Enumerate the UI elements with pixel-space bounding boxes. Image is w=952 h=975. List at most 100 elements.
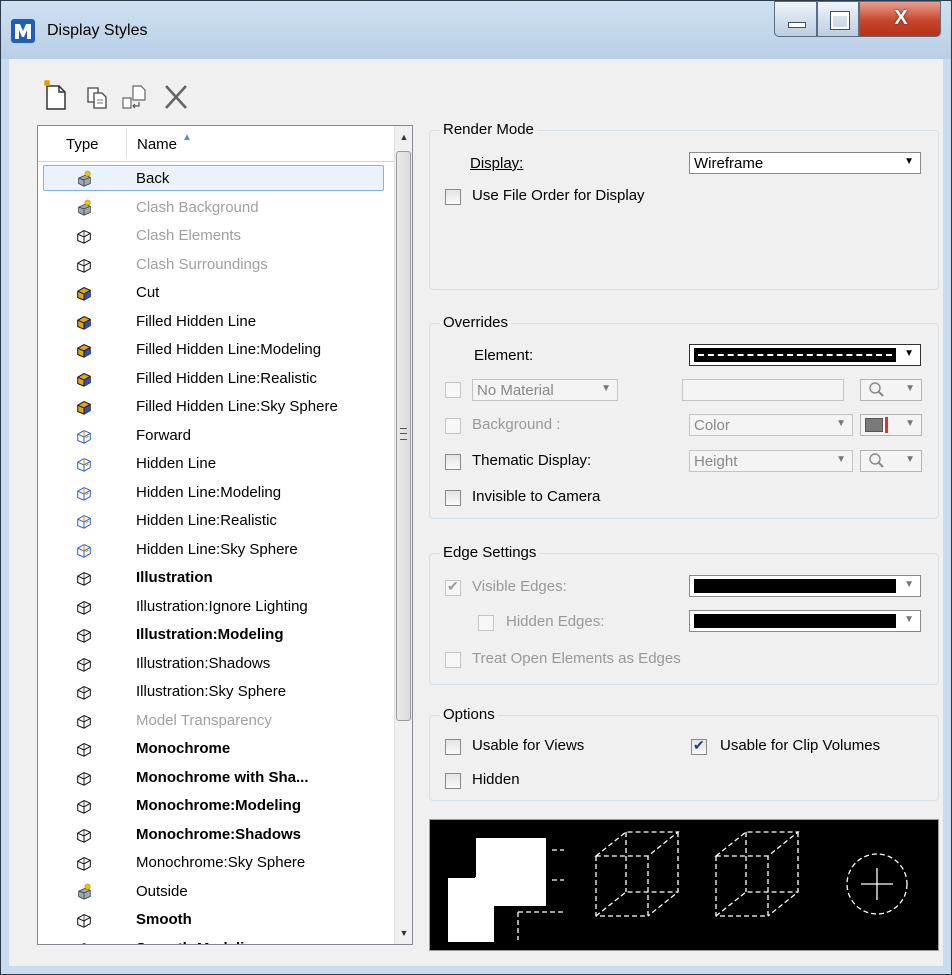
list-item[interactable]: Smooth:Modeling [38, 935, 394, 944]
list-item[interactable]: Monochrome with Sha... [38, 764, 394, 793]
grip-icon [400, 428, 407, 440]
list-item[interactable]: Smooth [38, 906, 394, 935]
column-separator[interactable] [126, 128, 127, 158]
thematic-settings-button[interactable]: ▼ [860, 450, 922, 472]
list-item[interactable]: Filled Hidden Line:Modeling [38, 336, 394, 365]
list-item[interactable]: Clash Background [38, 194, 394, 223]
list-item-name: Monochrome with Sha... [136, 768, 309, 786]
thematic-mode-select[interactable]: Height ▼ [689, 450, 853, 472]
treat-open-elements-checkbox[interactable] [445, 652, 461, 668]
element-linestyle-select[interactable]: ▼ [689, 344, 921, 366]
background-type-value: Color [694, 417, 730, 434]
new-style-icon[interactable] [41, 76, 71, 112]
column-name-header[interactable]: Name [137, 136, 177, 153]
list-item-name: Filled Hidden Line:Realistic [136, 369, 317, 387]
wire-cube-icon [77, 800, 91, 814]
list-item[interactable]: Clash Elements [38, 222, 394, 251]
sort-ascending-icon: ▲ [182, 132, 192, 143]
title-bar[interactable]: Display Styles X [1, 1, 951, 59]
list-item[interactable]: Monochrome [38, 735, 394, 764]
edge-settings-title: Edge Settings [440, 544, 540, 561]
background-checkbox[interactable] [445, 418, 461, 434]
use-file-order-label: Use File Order for Display [472, 187, 645, 204]
wire-cube-icon [77, 629, 91, 643]
list-item[interactable]: Hidden Line [38, 450, 394, 479]
chevron-down-icon: ▼ [904, 156, 914, 167]
background-color-button[interactable]: ▼ [860, 414, 922, 436]
app-icon [11, 19, 35, 43]
chevron-down-icon: ▼ [905, 454, 915, 465]
list-item[interactable]: Illustration [38, 564, 394, 593]
thematic-display-checkbox[interactable] [445, 454, 461, 470]
scroll-thumb[interactable] [396, 151, 411, 721]
filled-cube-icon [77, 401, 91, 415]
list-item-name: Clash Elements [136, 227, 242, 244]
usable-for-clip-volumes-checkbox[interactable] [691, 737, 707, 755]
wire-cube-icon [77, 828, 91, 843]
close-button[interactable]: X [859, 1, 941, 37]
list-item-name: Back [136, 170, 170, 187]
list-rows: Back Clash Background Clash Elements Clash … [38, 165, 394, 944]
list-item[interactable]: Forward [38, 422, 394, 451]
material-name-field[interactable] [682, 379, 844, 401]
invisible-to-camera-checkbox[interactable] [445, 490, 461, 506]
list-item-name: Smooth [136, 911, 192, 928]
list-item[interactable]: Hidden Line:Sky Sphere [38, 536, 394, 565]
list-item[interactable]: Hidden Line:Modeling [38, 479, 394, 508]
list-item[interactable]: Hidden Line:Realistic [38, 507, 394, 536]
filled-cube-icon [77, 287, 91, 301]
display-mode-value: Wireframe [694, 155, 764, 172]
list-item[interactable]: Clash Surroundings [38, 251, 394, 280]
list-item[interactable]: Monochrome:Sky Sphere [38, 849, 394, 878]
list-item[interactable]: Monochrome:Modeling [38, 792, 394, 821]
background-type-select[interactable]: Color ▼ [689, 414, 853, 436]
usable-for-clip-volumes-label: Usable for Clip Volumes [720, 737, 881, 754]
scroll-down-arrow-icon[interactable]: ▼ [395, 922, 412, 944]
wire-cube-icon [77, 258, 91, 273]
list-item[interactable]: Illustration:Modeling [38, 621, 394, 650]
visible-edges-checkbox[interactable] [445, 578, 461, 596]
color-swatch-icon [865, 418, 883, 432]
list-item-name: Filled Hidden Line [136, 312, 257, 330]
material-browse-button[interactable]: ▼ [860, 379, 922, 401]
usable-for-views-checkbox[interactable] [445, 739, 461, 755]
list-item[interactable]: Back [38, 165, 394, 194]
background-label: Background : [472, 416, 561, 433]
list-item[interactable]: Outside [38, 878, 394, 907]
chevron-down-icon: ▼ [601, 383, 611, 394]
list-item-name: Monochrome [136, 740, 231, 757]
material-checkbox[interactable] [445, 382, 461, 398]
list-item[interactable]: Monochrome:Shadows [38, 821, 394, 850]
copy-style-icon[interactable] [83, 76, 113, 112]
maximize-button[interactable] [817, 1, 859, 37]
display-style-list[interactable]: Type Name ▲ Back Clash Background Clash El… [37, 125, 413, 945]
visible-edges-select[interactable]: ▼ [689, 575, 921, 597]
display-mode-select[interactable]: Wireframe ▼ [689, 152, 921, 174]
list-item[interactable]: Cut [38, 279, 394, 308]
hidden-edges-select[interactable]: ▼ [689, 610, 921, 632]
list-item[interactable]: Filled Hidden Line:Sky Sphere [38, 393, 394, 422]
list-item[interactable]: Model Transparency [38, 707, 394, 736]
invisible-to-camera-label: Invisible to Camera [472, 488, 601, 505]
list-item[interactable]: Illustration:Sky Sphere [38, 678, 394, 707]
list-item[interactable]: Illustration:Ignore Lighting [38, 593, 394, 622]
dialog-client: Type Name ▲ Back Clash Background Clash El… [9, 59, 943, 966]
list-item-name: Hidden Line [136, 455, 217, 472]
hidden-edges-checkbox[interactable] [478, 615, 494, 631]
scroll-up-arrow-icon[interactable]: ▲ [395, 126, 412, 148]
minimize-icon [788, 22, 806, 28]
import-style-icon[interactable] [119, 76, 149, 112]
material-select[interactable]: No Material ▼ [472, 379, 618, 401]
column-type-header[interactable]: Type [66, 136, 99, 153]
list-scrollbar[interactable]: ▲ ▼ [394, 126, 412, 944]
use-file-order-checkbox[interactable] [445, 189, 461, 205]
list-item[interactable]: Filled Hidden Line:Realistic [38, 365, 394, 394]
delete-style-icon[interactable] [161, 76, 191, 112]
list-item-name: Illustration:Sky Sphere [136, 683, 287, 700]
hidden-checkbox[interactable] [445, 773, 461, 789]
list-item[interactable]: Filled Hidden Line [38, 308, 394, 337]
thematic-mode-value: Height [694, 453, 738, 470]
minimize-button[interactable] [774, 1, 817, 37]
list-item[interactable]: Illustration:Shadows [38, 650, 394, 679]
wire-cube-icon [81, 942, 88, 944]
